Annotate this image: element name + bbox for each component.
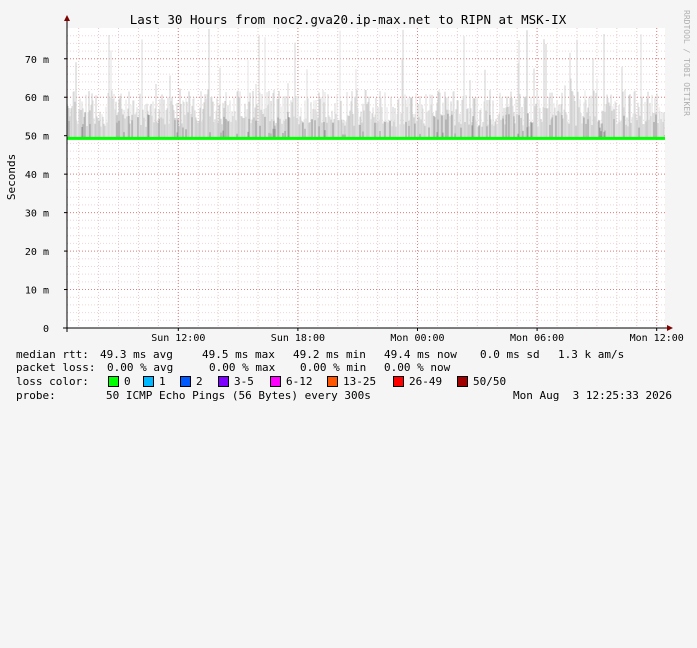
loss-swatch-2 <box>180 376 191 387</box>
packet-loss-now: 0.00 % now <box>384 361 451 374</box>
probe-description: 50 ICMP Echo Pings (56 Bytes) every 300s <box>106 389 371 402</box>
median-rtt-min: 49.2 ms min <box>293 348 366 361</box>
probe-label: probe: <box>16 389 56 402</box>
probe-timestamp: Mon Aug 3 12:25:33 2026 <box>513 389 672 402</box>
median-rtt-avg: 49.3 ms avg <box>100 348 173 361</box>
loss-swatch-7 <box>457 376 468 387</box>
y-tick-labels: 0 10 m 20 m 30 m 40 m 50 m 60 m 70 m <box>25 55 67 335</box>
loss-swatch-4 <box>270 376 281 387</box>
loss-label-1: 1 <box>159 375 166 388</box>
y-tick-label: 50 m <box>25 132 49 143</box>
y-tick-label: 30 m <box>25 209 49 220</box>
x-tick-label: Sun 18:00 <box>271 333 325 344</box>
x-tick-label: Mon 00:00 <box>390 333 444 344</box>
x-tick-labels: Sun 12:00 Sun 18:00 Mon 00:00 Mon 06:00 Mon … <box>151 328 684 344</box>
y-tick-label: 10 m <box>25 286 49 297</box>
loss-label-6: 26-49 <box>409 375 443 388</box>
loss-label-2: 2 <box>196 375 203 388</box>
legend: median rtt: 49.3 ms avg 49.5 ms max 49.2… <box>0 346 697 410</box>
smokeping-graph: Last 30 Hours from noc2.gva20.ip-max.net… <box>0 0 697 410</box>
probe-row: probe: 50 ICMP Echo Pings (56 Bytes) eve… <box>16 389 672 402</box>
loss-swatch-0 <box>108 376 119 387</box>
median-rtt-row: median rtt: 49.3 ms avg 49.5 ms max 49.2… <box>16 348 624 361</box>
rrdtool-credit: RRDTOOL / TOBI OETIKER <box>682 10 691 116</box>
x-tick-label: Mon 06:00 <box>510 333 564 344</box>
median-rtt-max: 49.5 ms max <box>202 348 275 361</box>
chart-title: Last 30 Hours from noc2.gva20.ip-max.net… <box>130 12 567 27</box>
loss-color-row: loss color: 0 1 2 3-5 6-12 13-25 26-49 5… <box>16 375 506 388</box>
loss-color-label: loss color: <box>16 375 89 388</box>
median-rtt-sd: 0.0 ms sd <box>480 348 540 361</box>
packet-loss-max: 0.00 % max <box>209 361 276 374</box>
plot-area <box>67 28 665 328</box>
median-rtt-now: 49.4 ms now <box>384 348 457 361</box>
y-axis-arrow <box>64 15 70 21</box>
loss-swatch-3 <box>218 376 229 387</box>
loss-swatch-5 <box>327 376 338 387</box>
loss-label-3: 3-5 <box>234 375 254 388</box>
y-tick-label: 20 m <box>25 247 49 258</box>
median-rtt-label: median rtt: <box>16 348 89 361</box>
packet-loss-label: packet loss: <box>16 361 96 374</box>
loss-swatch-6 <box>393 376 404 387</box>
y-axis-label: Seconds <box>5 154 18 200</box>
packet-loss-avg: 0.00 % avg <box>107 361 174 374</box>
x-tick-label: Mon 12:00 <box>630 333 684 344</box>
packet-loss-row: packet loss: 0.00 % avg 0.00 % max 0.00 … <box>16 361 450 374</box>
loss-label-4: 6-12 <box>286 375 313 388</box>
loss-label-5: 13-25 <box>343 375 377 388</box>
latency-chart: Last 30 Hours from noc2.gva20.ip-max.net… <box>5 10 691 344</box>
median-rtt-am: 1.3 k am/s <box>558 348 625 361</box>
loss-label-7: 50/50 <box>473 375 507 388</box>
y-tick-label: 60 m <box>25 93 49 104</box>
loss-swatch-1 <box>143 376 154 387</box>
x-axis-arrow <box>667 325 673 331</box>
x-tick-label: Sun 12:00 <box>151 333 205 344</box>
packet-loss-min: 0.00 % min <box>300 361 367 374</box>
y-tick-label: 0 <box>43 324 49 335</box>
loss-label-0: 0 <box>124 375 131 388</box>
y-tick-label: 40 m <box>25 170 49 181</box>
y-tick-label: 70 m <box>25 55 49 66</box>
